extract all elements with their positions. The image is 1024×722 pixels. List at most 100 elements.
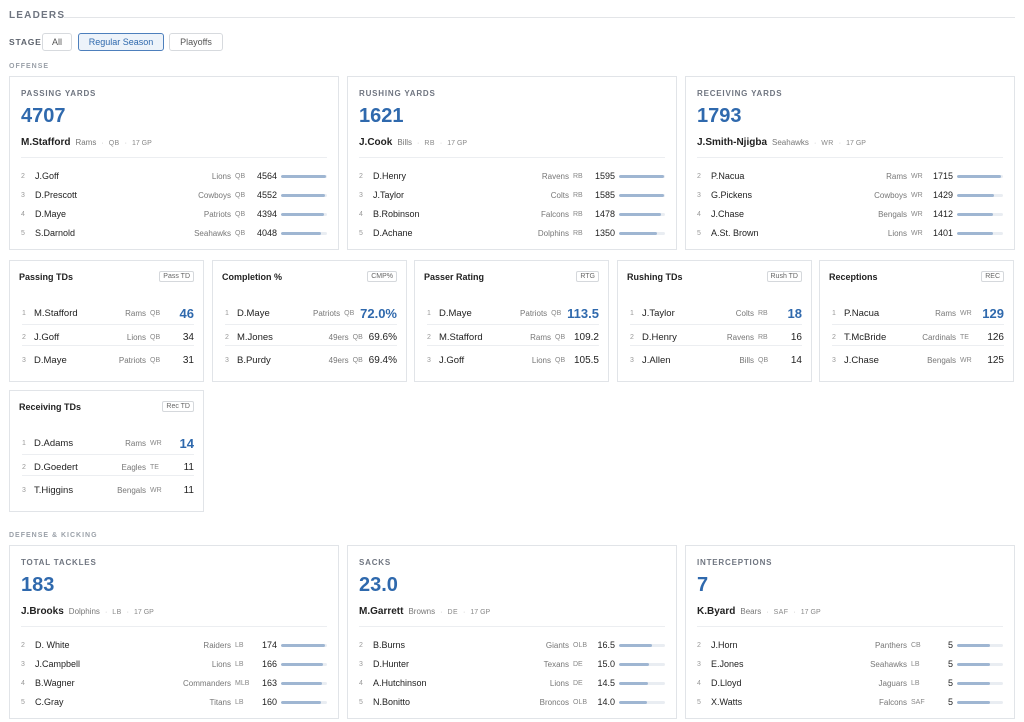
position: RB [758,334,768,341]
section-defense-kicking: DEFENSE & KICKING [9,532,98,539]
player-name[interactable]: E.Jones [711,659,870,669]
progress-bar [957,193,1003,197]
progress-bar [281,662,327,666]
player-name[interactable]: D.Lloyd [711,678,879,688]
player-name[interactable]: J.Horn [711,640,875,650]
progress-fill [281,212,324,216]
player-name[interactable]: D.Adams [34,438,125,449]
player-name[interactable]: D.Maye [34,355,119,366]
player-name[interactable]: J.Chase [844,355,927,366]
leader-games-played: 17 GP [470,609,491,616]
leader-name[interactable]: J.Cook [359,137,392,148]
player-name[interactable]: M.Stafford [34,308,125,319]
completion-pct-card: Completion % CMP% 1 D.Maye Patriots QB 72… [212,260,407,382]
player-name[interactable]: D. White [35,640,203,650]
leader-name[interactable]: M.Garrett [359,606,403,617]
player-name[interactable]: C.Gray [35,697,210,707]
player-name[interactable]: J.Taylor [642,308,736,319]
player-name[interactable]: D.Prescott [35,190,198,200]
stage-playoffs-button[interactable]: Playoffs [169,33,223,51]
player-name[interactable]: A.Hutchinson [373,678,550,688]
player-name[interactable]: B.Robinson [373,209,541,219]
progress-fill [281,231,321,235]
player-name[interactable]: D.Maye [237,308,313,319]
player-name[interactable]: D.Henry [373,171,542,181]
player-name[interactable]: N.Bonitto [373,697,540,707]
player-name[interactable]: B.Burns [373,640,546,650]
card-category: PASSING YARDS [21,89,97,98]
progress-fill [619,662,649,666]
stat-value: 69.6% [368,332,397,343]
team-name: Cowboys [198,190,231,200]
stat-value: 18 [787,306,802,321]
list-item: 1 J.Taylor Colts RB 18 [630,303,802,325]
position: WR [150,440,162,447]
player-name[interactable]: M.Stafford [439,332,530,343]
rank: 4 [359,679,363,687]
team-name: Patriots [520,309,548,318]
player-name[interactable]: P.Nacua [844,308,935,319]
player-name[interactable]: T.Higgins [34,485,117,496]
player-name[interactable]: D.Achane [373,228,538,238]
team-name: Panthers [874,640,907,650]
player-name[interactable]: J.Taylor [373,190,551,200]
player-name[interactable]: J.Campbell [35,659,212,669]
player-name[interactable]: A.St. Brown [711,228,888,238]
stage-regular-season-button[interactable]: Regular Season [78,33,164,51]
stat-value: 4048 [256,228,277,238]
position: QB [235,191,246,199]
leader-name[interactable]: K.Byard [697,606,735,617]
sacks-card: SACKS 23.0 M.Garrett Browns · DE · 17 GP … [347,545,677,719]
position: LB [235,660,244,668]
team-name: Texans [543,659,569,669]
receptions-card: Receptions REC 1 P.Nacua Rams WR 129 2 T.… [819,260,1014,382]
player-name[interactable]: D.Henry [642,332,727,343]
leader-games-played: 17 GP [447,140,468,147]
player-name[interactable]: M.Jones [237,332,329,343]
stage-all-button[interactable]: All [42,33,72,51]
player-name[interactable]: D.Goedert [34,462,122,473]
team-name: Broncos [539,697,569,707]
card-title: Passer Rating [424,272,485,282]
rank: 4 [359,210,363,218]
leader-name[interactable]: J.Brooks [21,606,64,617]
team-name: Seahawks [194,228,231,238]
player-name[interactable]: D.Maye [35,209,204,219]
progress-bar [281,174,327,178]
player-name[interactable]: J.Goff [439,355,532,366]
player-name[interactable]: J.Goff [34,332,127,343]
player-name[interactable]: D.Maye [439,308,520,319]
player-name[interactable]: B.Purdy [237,355,329,366]
card-title: Receiving TDs [19,402,82,412]
team-name: Patriots [313,309,341,318]
player-name[interactable]: T.McBride [844,332,922,343]
progress-bar [957,681,1003,685]
team-name: Lions [211,171,231,181]
player-name[interactable]: J.Allen [642,355,739,366]
position: QB [235,229,246,237]
rank: 3 [359,660,363,668]
player-name[interactable]: G.Pickens [711,190,874,200]
team-name: Lions [126,333,146,342]
leader-name[interactable]: J.Smith-Njigba [697,137,767,148]
header-divider [64,17,1015,18]
rank: 3 [697,191,701,199]
player-name[interactable]: B.Wagner [35,678,183,688]
list-item: 5 S.Darnold Seahawks QB 4048 [21,226,327,240]
player-name[interactable]: P.Nacua [711,171,886,181]
progress-bar [619,643,665,647]
progress-fill [281,174,326,178]
rushing-yards-card: RUSHING YARDS 1621 J.Cook Bills · RB · 17… [347,76,677,250]
progress-bar [619,193,665,197]
team-name: Rams [886,171,907,181]
player-name[interactable]: S.Darnold [35,228,194,238]
player-name[interactable]: X.Watts [711,697,879,707]
player-name[interactable]: J.Goff [35,171,212,181]
player-name[interactable]: D.Hunter [373,659,544,669]
leader-value: 183 [21,574,55,596]
leader-name[interactable]: M.Stafford [21,137,70,148]
player-name[interactable]: J.Chase [711,209,878,219]
list-item: 3 B.Purdy 49ers QB 69.4% [225,352,397,368]
leader-line: J.Cook Bills · RB · 17 GP [359,137,467,148]
list-item: 3 D.Hunter Texans DE 15.0 [359,657,665,671]
